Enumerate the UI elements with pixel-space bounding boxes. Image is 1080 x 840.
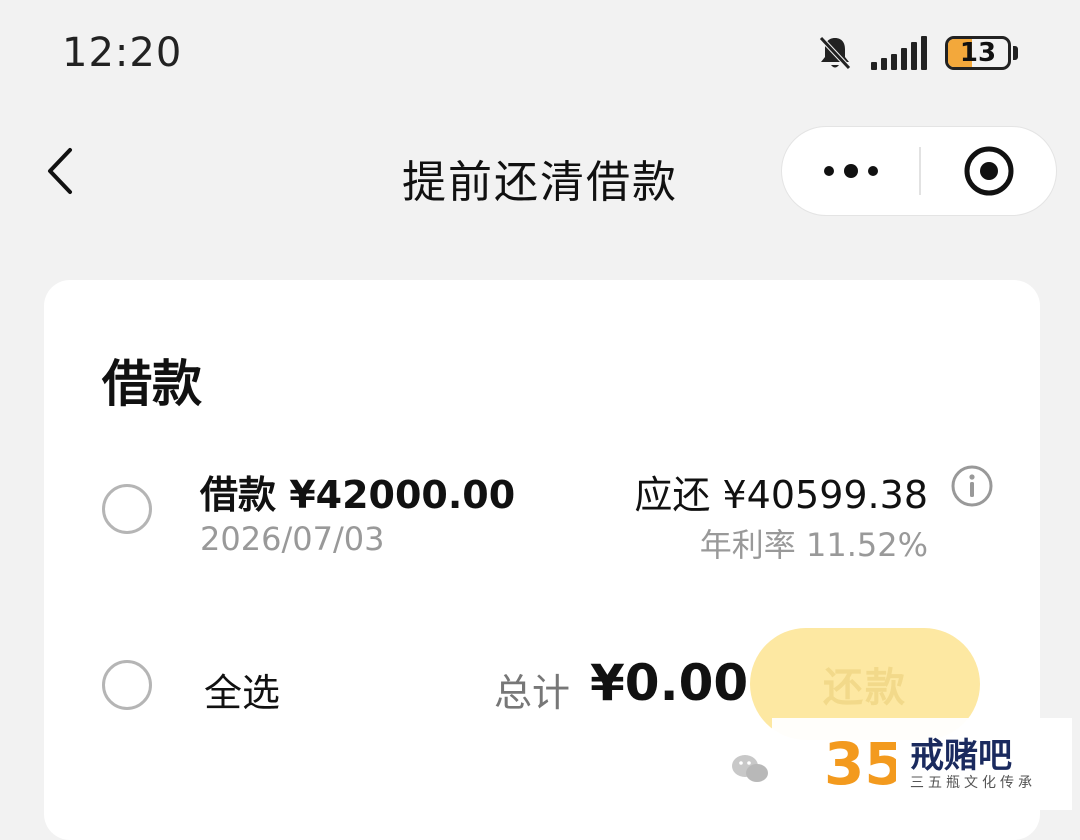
loan-item-radio[interactable] [102,484,152,534]
mini-program-capsule [781,126,1057,216]
more-button[interactable] [782,127,920,215]
nav-bar: 提前还清借款 [0,120,1080,230]
battery-level: 13 [959,38,997,68]
brand-logo-text: 35 [824,732,896,792]
total-label: 总计 [494,671,571,715]
brand-logo-icon: 35 [824,730,905,798]
watermark-brand: 戒赌吧 [910,736,1012,776]
more-dots-icon [824,164,878,178]
section-title: 借款 [102,355,202,413]
loan-amount-label: 借款 ¥42000.00 [200,473,516,517]
wechat-icon [730,752,770,786]
status-bar: 12:20 13 [0,0,1080,110]
battery-tip [1013,46,1018,60]
select-all-label[interactable]: 全选 [204,662,280,717]
target-close-icon [964,146,1014,196]
bell-muted-icon [817,34,853,72]
battery-icon: 13 [945,36,1011,70]
status-icons: 13 [817,34,1018,72]
select-all-radio[interactable] [102,660,152,710]
status-time: 12:20 [62,30,183,76]
info-icon[interactable] [950,464,994,508]
due-amount: 应还 ¥40599.38 [634,473,928,517]
total-amount: ¥0.00 [590,654,749,712]
watermark-subtitle: 三五瓶文化传承 [910,775,1036,791]
signal-icon [871,36,927,70]
close-button[interactable] [921,127,1057,215]
loan-date: 2026/07/03 [200,520,385,558]
annual-rate: 年利率 11.52% [699,526,928,564]
